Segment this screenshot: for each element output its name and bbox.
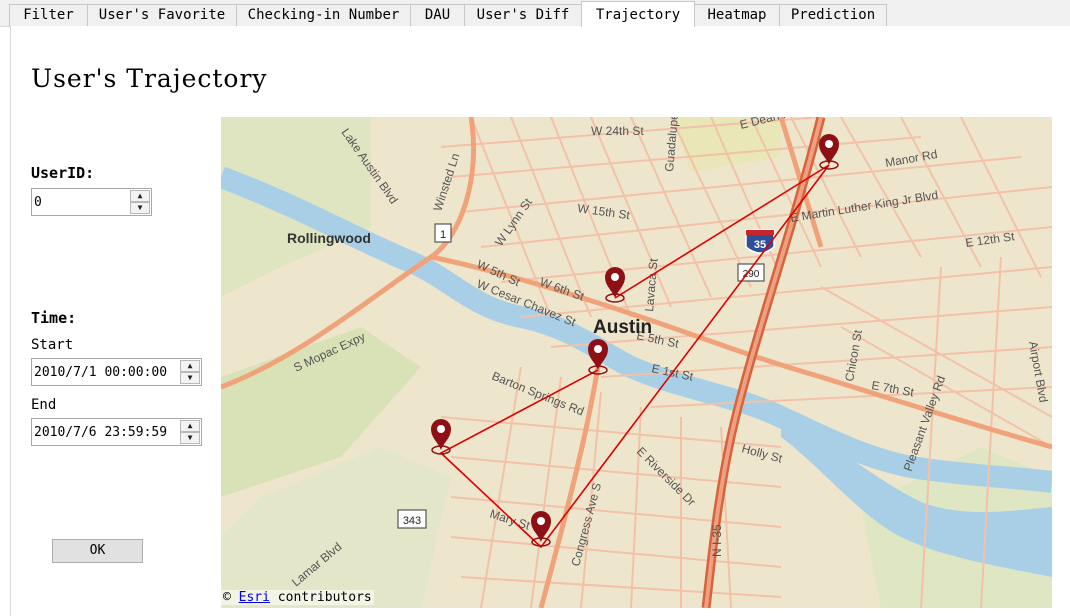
tab-heatmap[interactable]: Heatmap xyxy=(694,4,780,26)
shield-290: 290 xyxy=(737,263,765,282)
map-attribution: © Esri contributors xyxy=(221,590,374,605)
time-label: Time: xyxy=(31,309,77,327)
start-spin-arrows: ▲ ▼ xyxy=(180,360,200,384)
spin-down-icon[interactable]: ▼ xyxy=(130,202,150,214)
spin-up-icon[interactable]: ▲ xyxy=(180,420,200,432)
page-title: User's Trajectory xyxy=(31,64,268,93)
spin-up-icon[interactable]: ▲ xyxy=(130,190,150,202)
userid-spinbox[interactable]: ▲ ▼ xyxy=(31,188,152,216)
end-datetime-spinbox[interactable]: ▲ ▼ xyxy=(31,418,202,446)
tab-prediction[interactable]: Prediction xyxy=(779,4,887,26)
tab-dau[interactable]: DAU xyxy=(410,4,465,26)
start-datetime-input[interactable] xyxy=(32,359,180,385)
userid-input[interactable] xyxy=(32,189,130,215)
street-label: W 24th St xyxy=(591,124,644,138)
userid-label: UserID: xyxy=(31,164,95,182)
svg-text:35: 35 xyxy=(754,239,766,251)
start-label: Start xyxy=(31,337,74,353)
map-canvas: W 24th St E Dean Keeton St Manor Rd E Ma… xyxy=(221,117,1052,608)
street-label: N I-35 xyxy=(710,524,724,557)
spin-up-icon[interactable]: ▲ xyxy=(180,360,200,372)
tab-trajectory[interactable]: Trajectory xyxy=(581,1,695,27)
tab-filter[interactable]: Filter xyxy=(9,4,88,26)
userid-spin-arrows: ▲ ▼ xyxy=(130,190,150,214)
tab-users-diff[interactable]: User's Diff xyxy=(464,4,582,26)
trajectory-map[interactable]: W 24th St E Dean Keeton St Manor Rd E Ma… xyxy=(221,117,1052,608)
spin-down-icon[interactable]: ▼ xyxy=(180,432,200,444)
attribution-suffix: contributors xyxy=(277,590,372,605)
ok-button[interactable]: OK xyxy=(52,539,143,563)
end-label: End xyxy=(31,397,57,413)
svg-text:290: 290 xyxy=(743,269,760,280)
tab-checking-in-number[interactable]: Checking-in Number xyxy=(236,4,411,26)
end-spin-arrows: ▲ ▼ xyxy=(180,420,200,444)
spin-down-icon[interactable]: ▼ xyxy=(180,372,200,384)
shield-i35: 35 xyxy=(745,229,775,254)
svg-text:343: 343 xyxy=(403,515,421,527)
svg-text:1: 1 xyxy=(440,229,446,241)
end-datetime-input[interactable] xyxy=(32,419,180,445)
tab-bar: Filter User's Favorite Checking-in Numbe… xyxy=(0,0,1070,27)
shield-loop-1: 1 xyxy=(434,223,452,243)
place-label-rollingwood: Rollingwood xyxy=(287,230,371,246)
esri-link[interactable]: Esri xyxy=(239,590,270,605)
start-datetime-spinbox[interactable]: ▲ ▼ xyxy=(31,358,202,386)
place-label-austin: Austin xyxy=(593,317,652,338)
tab-users-favorite[interactable]: User's Favorite xyxy=(87,4,237,26)
copyright-icon: © xyxy=(223,590,231,605)
shield-343: 343 xyxy=(397,509,427,529)
